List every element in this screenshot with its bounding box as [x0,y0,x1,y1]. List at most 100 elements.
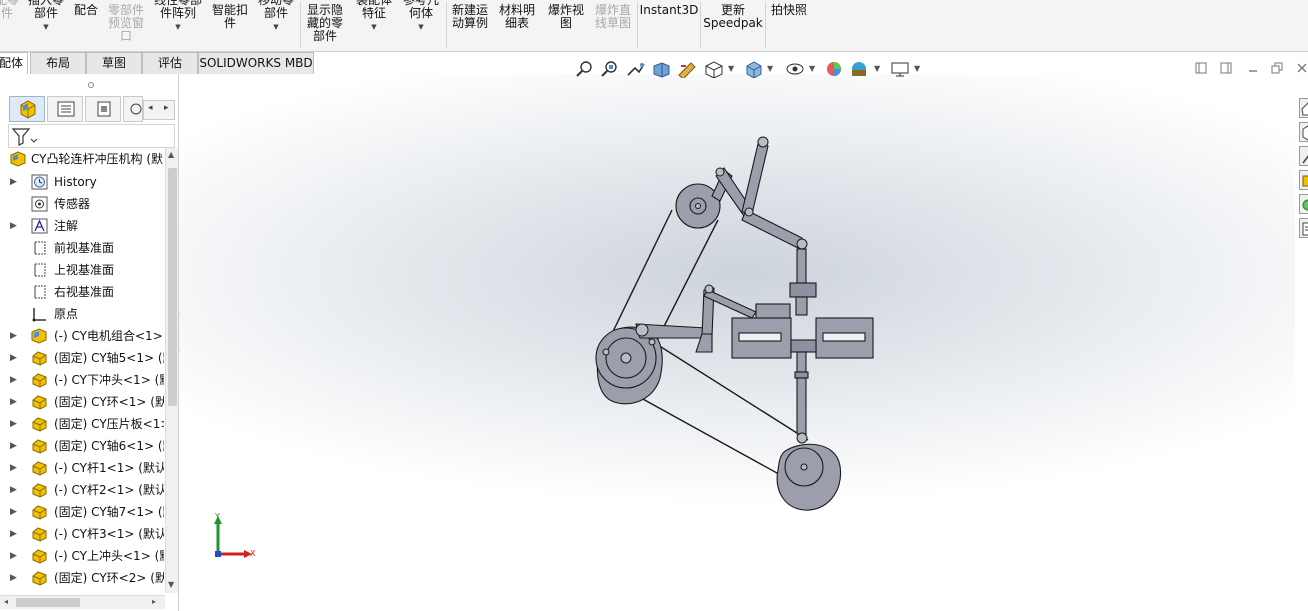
tree-item[interactable]: ▶ (固定) CY轴7<1> (默 [0,501,164,523]
expand-arrow-icon[interactable]: ▶ [10,347,17,369]
tree-horizontal-scrollbar[interactable]: ◂ ▸ [0,595,165,609]
expand-arrow-icon[interactable]: ▶ [10,171,17,193]
expand-arrow-icon[interactable]: ▶ [10,391,17,413]
tree-item[interactable]: ▶ (-) CY杆3<1> (默认 [0,523,164,545]
hscrollbar-thumb[interactable] [16,598,80,607]
hide-show-items-icon[interactable] [784,60,806,78]
view-orientation-icon[interactable] [703,60,725,78]
task-pane-resources-tab[interactable] [1299,122,1308,142]
expand-arrow-icon[interactable]: ▶ [10,457,17,479]
show-hidden-components-button[interactable]: 显示隐 藏的零 部件 [302,4,348,43]
display-style-dropdown-icon[interactable]: ▼ [767,64,773,73]
expand-arrow-icon[interactable]: ▶ [10,413,17,435]
tree-item[interactable]: 原点 [0,303,164,325]
apply-scene-icon[interactable] [848,60,870,78]
tree-filter-box[interactable] [8,124,175,148]
close-icon[interactable] [1295,61,1308,75]
expand-arrow-icon[interactable]: ▶ [10,325,17,347]
component-preview-window-button[interactable]: 零部件 预览窗口 [104,4,148,43]
bill-of-materials-button[interactable]: 材料明 细表 [494,4,540,30]
expand-arrow-icon[interactable]: ▶ [10,435,17,457]
reference-geometry-button[interactable]: 参考几 何体 ▼ [398,0,444,34]
chevron-down-icon[interactable]: ▼ [150,21,206,34]
assembly-features-button[interactable]: 装配体 特征 ▼ [350,0,398,34]
smart-fasteners-button[interactable]: 智能扣件 [208,4,252,30]
tree-item[interactable]: ▶ (-) CY杆1<1> (默认 [0,457,164,479]
chevron-down-icon[interactable]: ▼ [350,21,398,34]
mate-button[interactable]: 配合 [70,4,102,17]
tree-item[interactable]: ▶ (固定) CY环<1> (默认 [0,391,164,413]
tree-item[interactable]: ▶ (固定) CY轴6<1> (默 [0,435,164,457]
expand-arrow-icon[interactable]: ▶ [10,501,17,523]
tab-layout[interactable]: 布局 [30,52,86,74]
chevron-down-icon[interactable]: ▼ [24,21,68,34]
tree-item[interactable]: 传感器 [0,193,164,215]
chevron-down-icon[interactable]: ▼ [254,21,298,34]
instant3d-button[interactable]: Instant3D [639,4,699,17]
tree-item[interactable]: ▶ History [0,171,164,193]
configuration-manager-tab[interactable] [85,96,121,122]
task-pane-design-library-tab[interactable] [1299,146,1308,166]
scroll-right-small-icon[interactable]: ▸ [152,597,156,606]
scroll-right-icon[interactable]: ▸ [164,103,169,113]
section-view-icon[interactable] [650,60,672,78]
expand-arrow-icon[interactable]: ▶ [10,215,17,237]
dimxpert-tab[interactable] [123,96,143,122]
tile-left-icon[interactable] [1194,61,1208,75]
tree-item[interactable]: ▶ (-) CY下冲头<1> (默 [0,369,164,391]
chevron-down-icon[interactable]: ▼ [398,21,444,34]
zoom-to-fit-icon[interactable] [574,60,596,78]
tree-item[interactable]: ▶ (固定) CY轴5<1> (默 [0,347,164,369]
tab-evaluate[interactable]: 评估 [142,52,198,74]
linear-component-pattern-button[interactable]: 线性零部 件阵列 ▼ [150,0,206,34]
tree-item[interactable]: ▶ (固定) CY环<2> (默 [0,567,164,589]
expand-arrow-icon[interactable]: ▶ [10,479,17,501]
feature-manager-tab[interactable] [9,96,45,122]
tree-item[interactable]: 上视基准面 [0,259,164,281]
tree-item[interactable]: 前视基准面 [0,237,164,259]
scroll-left-small-icon[interactable]: ◂ [4,597,8,606]
hide-show-dropdown-icon[interactable]: ▼ [809,64,815,73]
tab-sketch[interactable]: 草图 [86,52,142,74]
previous-view-icon[interactable] [625,60,647,78]
view-orientation-dropdown-icon[interactable]: ▼ [728,64,734,73]
assembly-part-button[interactable]: 配零件 [0,0,20,20]
zoom-to-area-icon[interactable] [599,60,621,78]
task-pane-appearances-tab[interactable] [1299,194,1308,214]
property-manager-tab[interactable] [47,96,83,122]
minimize-icon[interactable] [1246,61,1260,75]
scroll-left-icon[interactable]: ◂ [148,103,153,113]
take-snapshot-button[interactable]: 拍快照 [767,4,811,17]
explode-line-sketch-button[interactable]: 爆炸直 线草图 [590,4,636,30]
tree-item[interactable]: 右视基准面 [0,281,164,303]
scrollbar-thumb[interactable] [168,168,177,406]
new-motion-study-button[interactable]: 新建运 动算例 [448,4,492,30]
scene-dropdown-icon[interactable]: ▼ [874,64,880,73]
expand-arrow-icon[interactable]: ▶ [10,369,17,391]
insert-components-button[interactable]: 插入零 部件 ▼ [24,0,68,34]
view-settings-dropdown-icon[interactable]: ▼ [914,64,920,73]
move-component-button[interactable]: 移动零 部件 ▼ [254,0,298,34]
restore-icon[interactable] [1270,61,1284,75]
tab-assembly[interactable]: 配体 [0,52,28,74]
tree-vertical-scrollbar[interactable]: ▲ ▼ [165,148,178,593]
tile-right-icon[interactable] [1219,61,1233,75]
panel-splitter-handle[interactable] [86,80,96,90]
expand-arrow-icon[interactable]: ▶ [10,523,17,545]
tree-root-assembly[interactable]: CY凸轮连杆冲压机构 (默 [0,148,164,170]
view-settings-icon[interactable] [889,60,911,78]
tree-item[interactable]: ▶ 注解 [0,215,164,237]
update-speedpak-button[interactable]: 更新 Speedpak [702,4,764,30]
task-pane-file-explorer-tab[interactable] [1299,170,1308,190]
task-pane-custom-properties-tab[interactable] [1299,218,1308,238]
dynamic-annotation-icon[interactable] [676,60,698,78]
tree-item[interactable]: ▶ (-) CY上冲头<1> (默 [0,545,164,567]
expand-arrow-icon[interactable]: ▶ [10,545,17,567]
edit-appearance-icon[interactable] [823,60,845,78]
expand-arrow-icon[interactable]: ▶ [10,567,17,589]
tree-item[interactable]: ▶ (固定) CY压片板<1> [0,413,164,435]
tree-item[interactable]: ▶ (-) CY电机组合<1> [0,325,164,347]
tree-item[interactable]: ▶ (-) CY杆2<1> (默认 [0,479,164,501]
cam-linkage-press-model[interactable]: .p { fill: #9c9eab; stroke: #1a1a1a; str… [580,128,890,520]
display-style-icon[interactable] [743,60,765,78]
